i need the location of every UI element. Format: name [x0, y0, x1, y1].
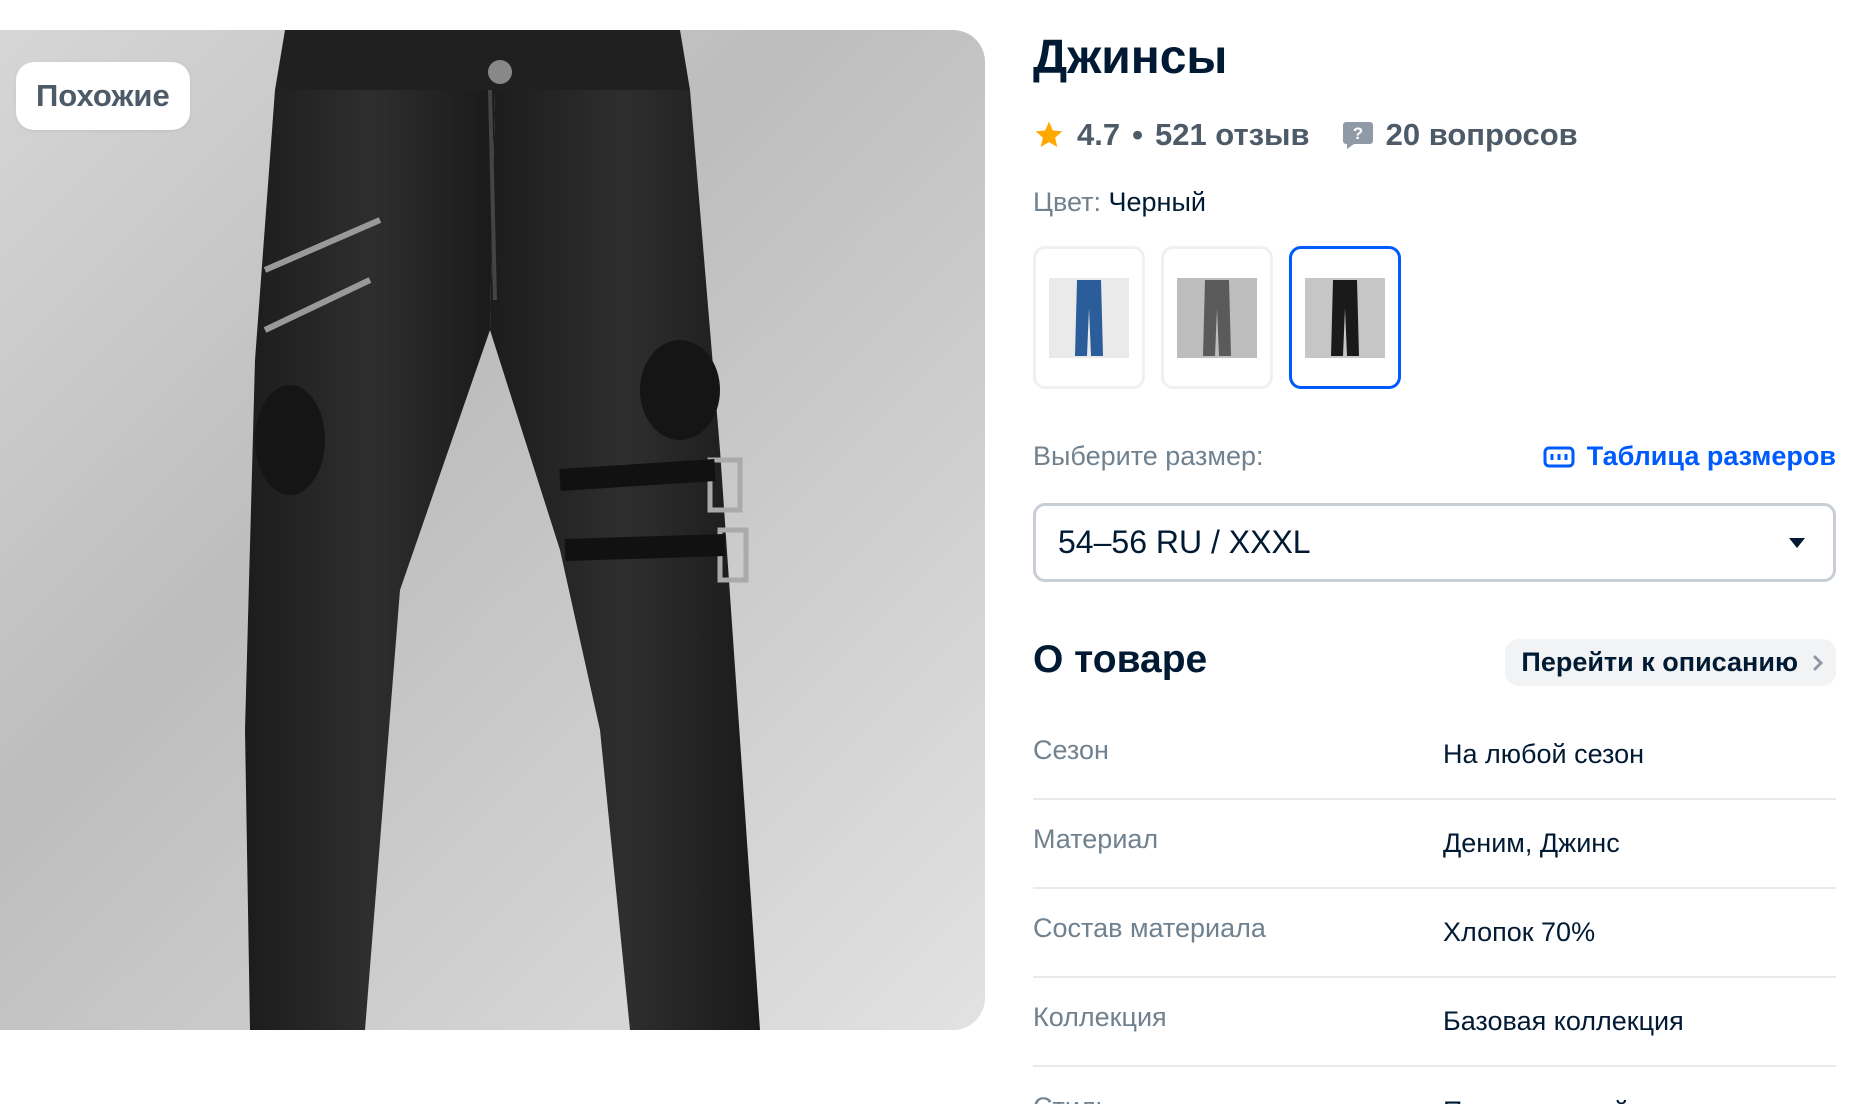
swatch-black[interactable]: [1289, 246, 1401, 389]
property-value: Повседневный: [1443, 1096, 1629, 1104]
color-row: Цвет: Черный: [1033, 187, 1206, 218]
chevron-right-icon: [1813, 655, 1824, 670]
chevron-down-icon: [1789, 538, 1805, 548]
properties-list: Сезон На любой сезон Материал Деним, Джи…: [1033, 711, 1836, 1104]
ruler-icon: [1543, 446, 1575, 467]
rating-value: 4.7: [1077, 117, 1121, 152]
property-name: Сезон: [1033, 735, 1109, 765]
jeans-photo: [245, 30, 760, 1030]
swatch-gray[interactable]: [1161, 246, 1273, 389]
svg-text:?: ?: [1352, 124, 1362, 143]
size-table-link[interactable]: Таблица размеров: [1543, 441, 1836, 472]
property-row: Материал Деним, Джинс: [1033, 800, 1836, 889]
property-value: Деним, Джинс: [1443, 828, 1620, 858]
color-swatches: [1033, 246, 1401, 389]
reviews-link[interactable]: 521 отзыв: [1155, 117, 1310, 153]
jeans-thumbnail-gray: [1177, 277, 1257, 358]
property-name: Материал: [1033, 824, 1159, 854]
jeans-thumbnail-black: [1305, 277, 1385, 358]
color-label: Цвет:: [1033, 187, 1102, 217]
size-table-label[interactable]: Таблица размеров: [1587, 441, 1836, 472]
property-row: Стиль Повседневный: [1033, 1067, 1836, 1104]
rating-separator: •: [1132, 117, 1143, 152]
size-select[interactable]: 54–56 RU / XXXL: [1033, 503, 1836, 582]
product-image[interactable]: Похожие: [0, 30, 985, 1030]
property-row: Сезон На любой сезон: [1033, 711, 1836, 800]
property-name: Коллекция: [1033, 1002, 1167, 1032]
property-value: На любой сезон: [1443, 739, 1645, 769]
to-description-label: Перейти к описанию: [1521, 647, 1798, 677]
property-value: Базовая коллекция: [1443, 1006, 1684, 1036]
question-bubble-icon: ?: [1342, 122, 1373, 149]
property-row: Состав материала Хлопок 70%: [1033, 889, 1836, 978]
about-title: О товаре: [1033, 638, 1208, 681]
size-label: Выберите размер:: [1033, 441, 1264, 471]
property-name: Состав материала: [1033, 913, 1266, 943]
jeans-thumbnail-blue: [1049, 277, 1129, 358]
swatch-blue[interactable]: [1033, 246, 1145, 389]
rating-row[interactable]: 4.7 • 521 отзыв ? 20 вопросов: [1033, 117, 1578, 153]
product-page: Похожие Джинсы 4.7 • 521 отзыв ? 20 вопр…: [0, 0, 1868, 1104]
questions-link[interactable]: 20 вопросов: [1386, 117, 1578, 153]
size-row: Выберите размер: Таблица размеров: [1033, 441, 1836, 481]
to-description-button[interactable]: Перейти к описанию: [1505, 639, 1836, 686]
similar-button[interactable]: Похожие: [16, 62, 190, 130]
star-icon: [1035, 121, 1063, 147]
product-title: Джинсы: [1033, 31, 1228, 84]
size-selected-value: 54–56 RU / XXXL: [1058, 524, 1311, 560]
property-row: Коллекция Базовая коллекция: [1033, 978, 1836, 1067]
color-value: Черный: [1108, 187, 1206, 217]
property-value: Хлопок 70%: [1443, 917, 1596, 947]
property-name: Стиль: [1033, 1092, 1443, 1104]
